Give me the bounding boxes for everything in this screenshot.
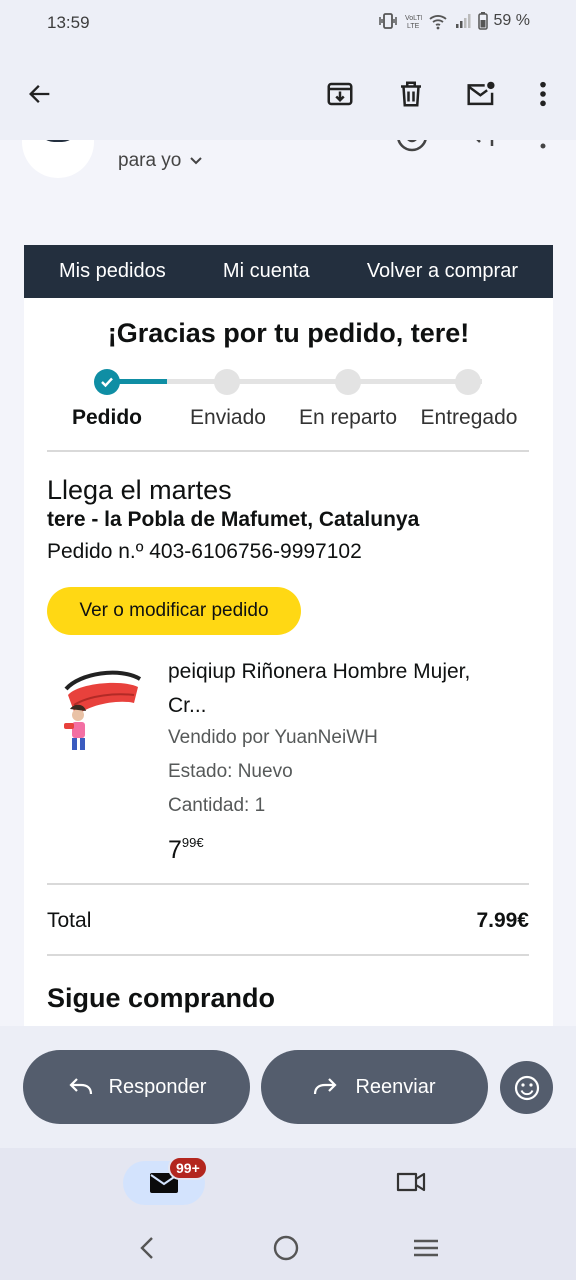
mail-unread-icon — [467, 81, 495, 106]
video-camera-icon — [396, 1172, 426, 1192]
forward-icon — [314, 1078, 338, 1095]
link-buy-again[interactable]: Volver a comprar — [367, 260, 518, 283]
step-label-delivered: Entregado — [420, 406, 518, 429]
product-quantity: Cantidad: 1 — [168, 795, 266, 816]
status-time: 13:59 — [47, 13, 90, 32]
svg-text:VoLTE: VoLTE — [405, 15, 422, 22]
sender-avatar — [22, 140, 94, 178]
signal-icon — [455, 14, 471, 28]
reply-icon[interactable] — [470, 140, 500, 152]
mark-unread-button[interactable] — [461, 74, 501, 114]
order-number: Pedido n.º 403-6106756-9997102 — [47, 540, 362, 563]
recipient-label: para yo — [118, 150, 182, 171]
wifi-icon — [428, 15, 447, 30]
tab-meet[interactable] — [394, 1168, 428, 1201]
vibrate-icon — [378, 13, 397, 29]
battery-percent: 59 % — [493, 12, 530, 29]
view-edit-order-button[interactable]: Ver o modificar pedido — [47, 587, 301, 635]
forward-button[interactable]: Reenviar — [261, 1050, 488, 1124]
more-options-button[interactable] — [523, 74, 563, 114]
link-my-orders[interactable]: Mis pedidos — [59, 260, 166, 283]
delete-button[interactable] — [391, 74, 431, 114]
nav-back-icon[interactable] — [136, 1234, 160, 1262]
emoji-react-icon[interactable] — [396, 140, 428, 154]
reply-icon — [69, 1078, 92, 1095]
step-label-out-for-delivery: En reparto — [298, 406, 398, 429]
divider — [47, 883, 529, 885]
bottom-navigation: 99+ — [0, 1148, 576, 1280]
reply-action-bar: Responder Reenviar — [0, 1026, 576, 1148]
recipient-toggle[interactable]: para yo — [118, 150, 203, 172]
chevron-down-icon — [190, 157, 203, 165]
divider — [47, 954, 529, 956]
thanks-heading: ¡Gracias por tu pedido, tere! — [107, 318, 470, 348]
divider — [47, 450, 529, 452]
svg-text:LTE: LTE — [407, 23, 420, 30]
product-seller: Vendido por YuanNeiWH — [168, 727, 378, 748]
step-dot-ordered — [94, 369, 120, 395]
amazon-nav-strip: Mis pedidos Mi cuenta Volver a comprar — [24, 245, 553, 298]
back-button[interactable] — [20, 74, 60, 114]
keep-shopping-heading: Sigue comprando — [47, 983, 276, 1013]
status-icons: VoLTELTE 59 % — [378, 12, 530, 30]
forward-label: Reenviar — [355, 1075, 436, 1098]
order-progress: Pedido Enviado En reparto Entregado — [24, 359, 553, 439]
product-title[interactable]: peiqiup Riñonera Hombre Mujer, Cr... — [168, 655, 518, 723]
trash-icon — [401, 81, 421, 107]
product-image[interactable] — [60, 665, 144, 757]
order-email-card: Mis pedidos Mi cuenta Volver a comprar ¡… — [24, 245, 553, 1026]
step-dot-shipped — [214, 369, 240, 395]
check-icon — [101, 377, 113, 388]
status-bar: 13:59 VoLTELTE 59 % — [0, 0, 576, 48]
email-content: para yo Mis pedidos Mi cuenta Volver a c… — [0, 140, 576, 1026]
reply-label: Responder — [108, 1075, 207, 1098]
unread-count-badge: 99+ — [168, 1156, 208, 1180]
emoji-reaction-button[interactable] — [500, 1061, 553, 1114]
shipping-address: tere - la Pobla de Mafumet, Catalunya — [47, 508, 420, 531]
battery-icon — [477, 12, 488, 30]
reply-button[interactable]: Responder — [23, 1050, 250, 1124]
archive-button[interactable] — [320, 74, 360, 114]
product-price: 799€ — [168, 835, 204, 864]
smiley-icon — [514, 1075, 539, 1100]
system-navigation — [0, 1234, 576, 1262]
step-dot-out-for-delivery — [335, 369, 361, 395]
more-vert-icon[interactable] — [538, 140, 548, 152]
archive-icon — [327, 82, 353, 106]
nav-home-icon[interactable] — [272, 1234, 300, 1262]
link-my-account[interactable]: Mi cuenta — [223, 260, 310, 283]
product-condition: Estado: Nuevo — [168, 761, 293, 782]
arrival-heading: Llega el martes — [47, 475, 232, 505]
step-label-shipped: Enviado — [190, 406, 266, 429]
step-label-ordered: Pedido — [71, 406, 143, 429]
total-label: Total — [47, 909, 92, 932]
more-vert-icon — [540, 81, 546, 107]
arrow-back-icon — [29, 85, 50, 103]
volte-icon: VoLTELTE — [405, 15, 422, 30]
total-value: 7.99€ — [476, 909, 529, 932]
step-dot-delivered — [455, 369, 481, 395]
top-app-bar — [0, 48, 576, 140]
nav-recents-icon[interactable] — [412, 1234, 440, 1262]
